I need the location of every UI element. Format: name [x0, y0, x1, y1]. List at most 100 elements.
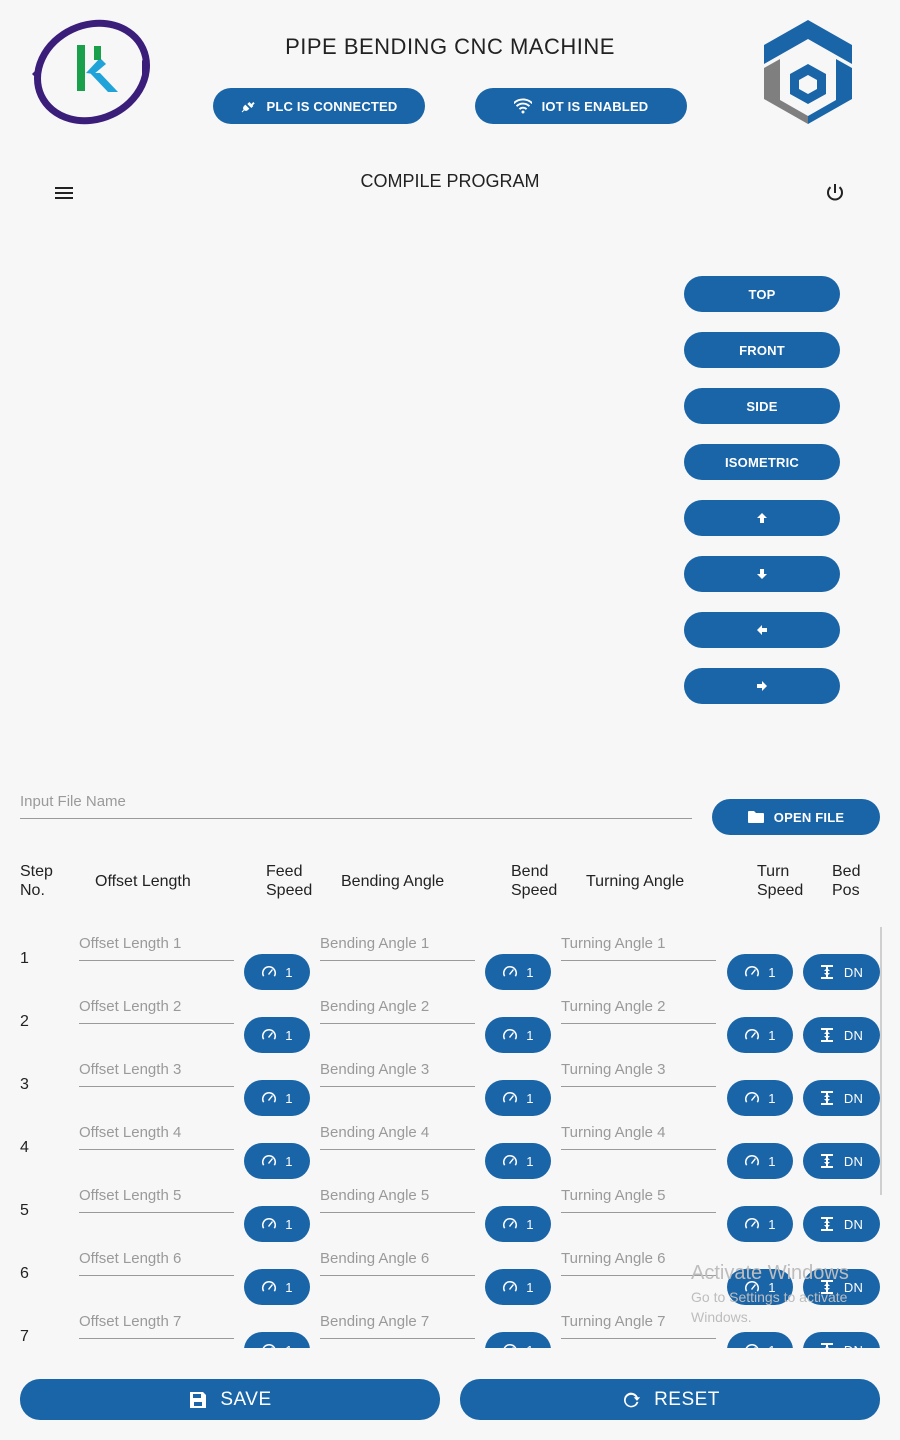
bend-speed-button[interactable]: 1 [485, 1269, 551, 1305]
bend-speed-button[interactable]: 1 [485, 1143, 551, 1179]
turn-speed-button[interactable]: 1 [727, 1332, 793, 1348]
turning-angle-input[interactable]: Turning Angle 4 [561, 1116, 716, 1150]
move-right-button[interactable] [684, 668, 840, 704]
menu-button[interactable] [52, 181, 76, 205]
iot-status-button[interactable]: IOT IS ENABLED [475, 88, 687, 124]
turning-angle-input[interactable]: Turning Angle 3 [561, 1053, 716, 1087]
bed-position-button[interactable]: DN [803, 954, 880, 990]
turn-speed-button[interactable]: 1 [727, 1017, 793, 1053]
viewport-canvas[interactable] [20, 230, 660, 730]
bend-speed-button[interactable]: 1 [485, 1332, 551, 1348]
bed-position-button[interactable]: DN [803, 1206, 880, 1242]
turn-speed-button[interactable]: 1 [727, 1080, 793, 1116]
feed-speed-button[interactable]: 1 [244, 954, 310, 990]
reset-label: RESET [654, 1388, 720, 1410]
bend-speed-value: 1 [526, 1153, 534, 1169]
speedometer-icon [503, 966, 518, 977]
bed-position-value: DN [843, 1027, 864, 1043]
bending-angle-input[interactable]: Bending Angle 6 [320, 1242, 475, 1276]
arrow-down-icon [757, 569, 767, 579]
feed-speed-button[interactable]: 1 [244, 1269, 310, 1305]
plc-status-button[interactable]: PLC IS CONNECTED [213, 88, 425, 124]
offset-length-input[interactable]: Offset Length 4 [79, 1116, 234, 1150]
bending-angle-input[interactable]: Bending Angle 5 [320, 1179, 475, 1213]
bending-angle-input[interactable]: Bending Angle 4 [320, 1116, 475, 1150]
refresh-icon [624, 1392, 641, 1407]
feed-speed-value: 1 [285, 1279, 293, 1295]
bending-angle-input[interactable]: Bending Angle 3 [320, 1053, 475, 1087]
move-up-button[interactable] [684, 500, 840, 536]
step-number: 7 [20, 1328, 29, 1345]
bed-position-button[interactable]: DN [803, 1080, 880, 1116]
turn-speed-button[interactable]: 1 [727, 954, 793, 990]
view-front-button[interactable]: FRONT [684, 332, 840, 368]
speedometer-icon [503, 1218, 518, 1229]
bed-position-button[interactable]: DN [803, 1017, 880, 1053]
turning-angle-input[interactable]: Turning Angle 2 [561, 990, 716, 1024]
bend-speed-button[interactable]: 1 [485, 954, 551, 990]
move-down-button[interactable] [684, 556, 840, 592]
bend-speed-value: 1 [526, 1027, 534, 1043]
header-turning-angle: Turning Angle [586, 873, 685, 890]
speedometer-icon [503, 1281, 518, 1292]
offset-length-input[interactable]: Offset Length 1 [79, 927, 234, 961]
bending-angle-input[interactable]: Bending Angle 7 [320, 1305, 475, 1339]
bend-speed-button[interactable]: 1 [485, 1206, 551, 1242]
turning-angle-placeholder: Turning Angle 4 [561, 1124, 666, 1141]
speedometer-icon [262, 1218, 277, 1229]
move-left-button[interactable] [684, 612, 840, 648]
vertical-position-icon [820, 1154, 833, 1168]
turning-angle-input[interactable]: Turning Angle 5 [561, 1179, 716, 1213]
feed-speed-button[interactable]: 1 [244, 1143, 310, 1179]
feed-speed-value: 1 [285, 1090, 293, 1106]
view-isometric-button[interactable]: ISOMETRIC [684, 444, 840, 480]
offset-length-input[interactable]: Offset Length 6 [79, 1242, 234, 1276]
vertical-position-icon [820, 1217, 833, 1231]
vertical-position-icon [820, 1028, 833, 1042]
feed-speed-button[interactable]: 1 [244, 1017, 310, 1053]
turning-angle-input[interactable]: Turning Angle 1 [561, 927, 716, 961]
app-title: PIPE BENDING CNC MACHINE [285, 34, 615, 59]
feed-speed-button[interactable]: 1 [244, 1080, 310, 1116]
view-side-label: SIDE [746, 398, 778, 414]
power-button[interactable] [823, 181, 847, 205]
bending-angle-placeholder: Bending Angle 1 [320, 935, 430, 952]
machine-brand-logo [760, 18, 856, 126]
turning-angle-placeholder: Turning Angle 5 [561, 1187, 666, 1204]
bending-angle-placeholder: Bending Angle 2 [320, 998, 430, 1015]
offset-length-input[interactable]: Offset Length 3 [79, 1053, 234, 1087]
header-bend-speed: Bend Speed [511, 863, 558, 899]
bend-speed-button[interactable]: 1 [485, 1017, 551, 1053]
offset-length-input[interactable]: Offset Length 5 [79, 1179, 234, 1213]
step-number: 1 [20, 950, 29, 967]
speedometer-icon [745, 966, 760, 977]
bending-angle-input[interactable]: Bending Angle 1 [320, 927, 475, 961]
speedometer-icon [262, 1281, 277, 1292]
bed-position-button[interactable]: DN [803, 1332, 880, 1348]
bend-speed-value: 1 [526, 1343, 533, 1349]
bending-angle-input[interactable]: Bending Angle 2 [320, 990, 475, 1024]
open-file-button[interactable]: OPEN FILE [712, 799, 880, 835]
view-side-button[interactable]: SIDE [684, 388, 840, 424]
turn-speed-value: 1 [768, 1090, 776, 1106]
feed-speed-button[interactable]: 1 [244, 1206, 310, 1242]
company-logo [30, 18, 154, 126]
iot-status-label: IOT IS ENABLED [541, 98, 649, 114]
turn-speed-button[interactable]: 1 [727, 1143, 793, 1179]
save-button[interactable]: SAVE [20, 1379, 440, 1420]
bed-position-button[interactable]: DN [803, 1143, 880, 1179]
table-row: 3 Offset Length 3 1 Bending Angle 3 1 Tu… [0, 1051, 900, 1116]
offset-length-input[interactable]: Offset Length 7 [79, 1305, 234, 1339]
turn-speed-button[interactable]: 1 [727, 1206, 793, 1242]
feed-speed-value: 1 [285, 1027, 293, 1043]
bend-speed-button[interactable]: 1 [485, 1080, 551, 1116]
view-top-button[interactable]: TOP [684, 276, 840, 312]
speedometer-icon [503, 1155, 518, 1166]
reset-button[interactable]: RESET [460, 1379, 880, 1420]
feed-speed-button[interactable]: 1 [244, 1332, 310, 1348]
file-name-input[interactable]: Input File Name [20, 785, 692, 819]
header-bending-angle: Bending Angle [341, 873, 445, 890]
offset-length-input[interactable]: Offset Length 2 [79, 990, 234, 1024]
speedometer-icon [746, 1344, 759, 1348]
plc-status-label: PLC IS CONNECTED [266, 98, 398, 114]
